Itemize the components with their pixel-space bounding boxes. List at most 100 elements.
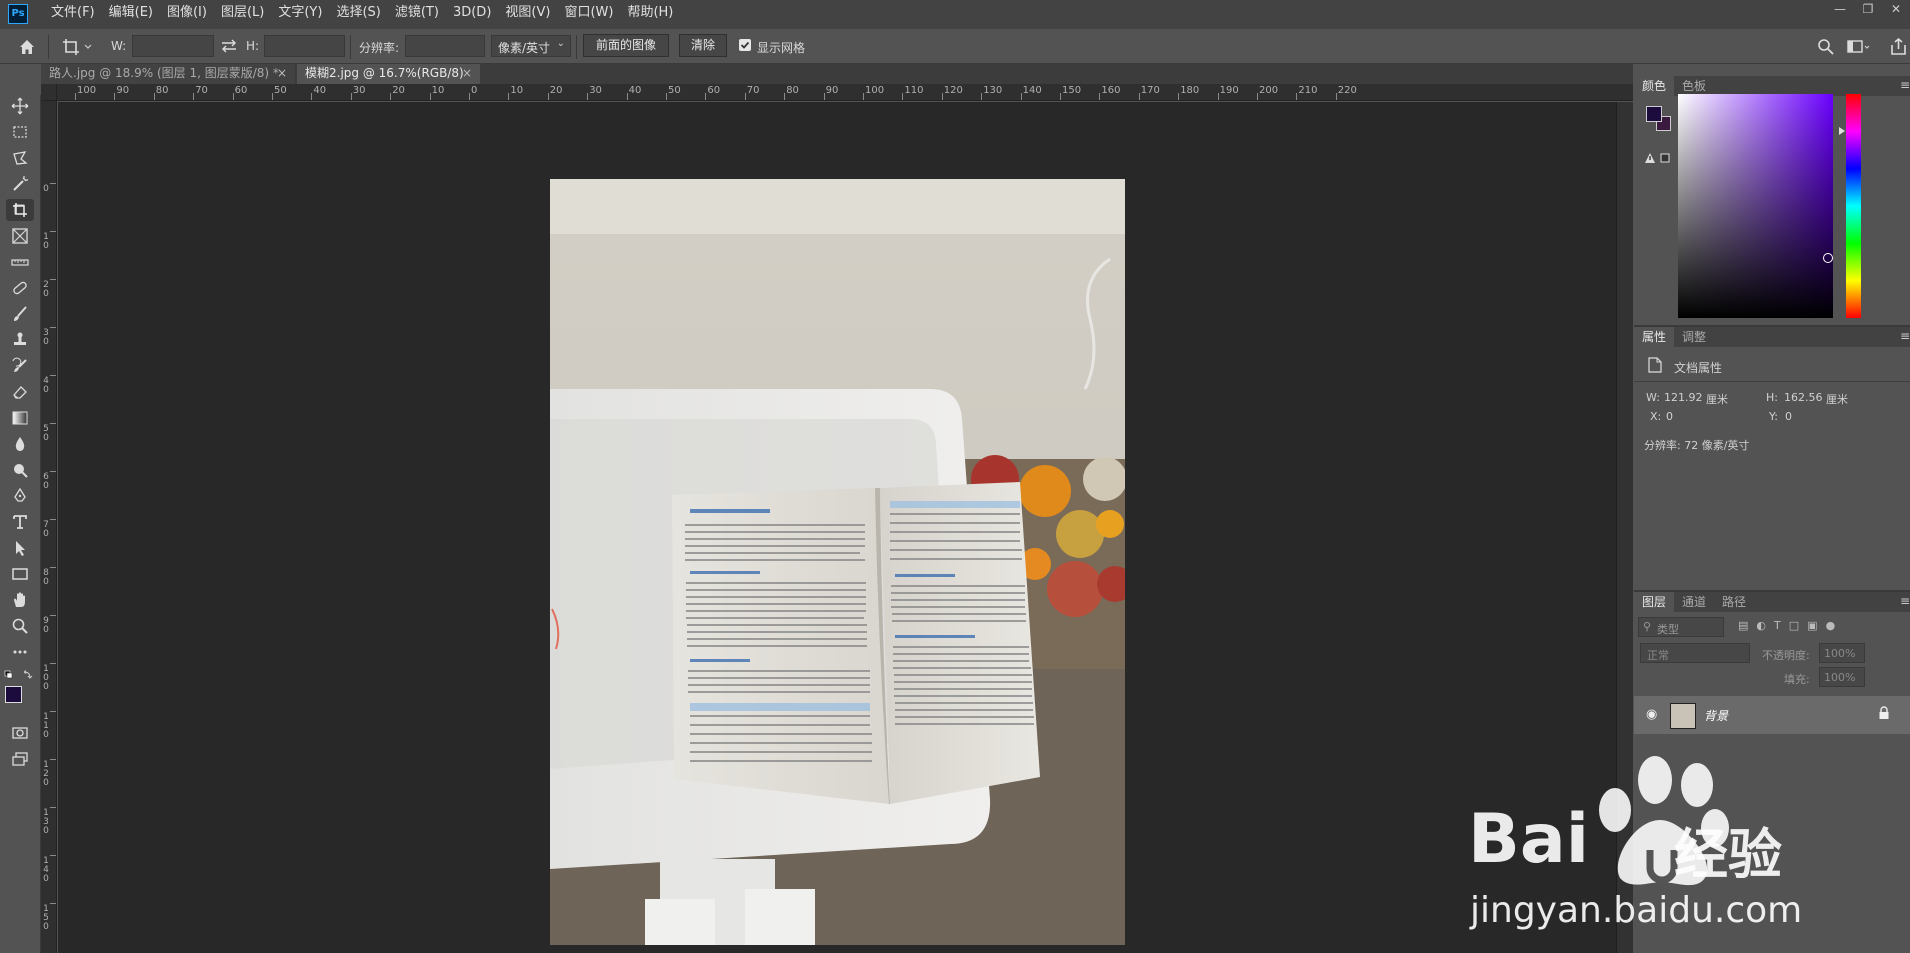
move-tool-icon[interactable] [6, 95, 34, 117]
tab-adjustments[interactable]: 调整 [1674, 327, 1714, 347]
menu-item-2[interactable]: 图像(I) [160, 0, 214, 29]
menu-item-5[interactable]: 选择(S) [329, 0, 387, 29]
layer-row[interactable]: ◉ 背景 [1634, 696, 1910, 734]
menu-item-7[interactable]: 3D(D) [446, 0, 498, 29]
hue-slider[interactable] [1846, 94, 1861, 318]
filter-smart-object-icon[interactable]: ▣ [1807, 619, 1817, 635]
width-value[interactable]: 121.92 [1664, 391, 1703, 404]
filter-pixel-icon[interactable]: ▤ [1738, 619, 1748, 635]
tab-swatches[interactable]: 色板 [1674, 76, 1714, 96]
opacity-input[interactable]: 100% [1819, 643, 1865, 663]
front-image-button[interactable]: 前面的图像 [583, 34, 669, 57]
hue-slider-handle-icon[interactable] [1839, 127, 1845, 135]
default-colors-icon[interactable] [4, 669, 34, 679]
menu-item-4[interactable]: 文字(Y) [271, 0, 329, 29]
close-tab-icon[interactable]: × [277, 64, 287, 83]
close-icon[interactable]: ✕ [1882, 0, 1910, 20]
hand-tool-icon[interactable] [6, 589, 34, 611]
zoom-tool-icon[interactable] [6, 615, 34, 637]
tab-layers[interactable]: 图层 [1634, 592, 1675, 612]
panel-menu-icon[interactable]: ≡ [1900, 329, 1910, 343]
layer-thumbnail [1670, 703, 1696, 729]
lock-icon[interactable] [1878, 706, 1890, 723]
color-picker-ring[interactable] [1823, 253, 1833, 263]
share-icon[interactable] [1888, 36, 1910, 58]
stamp-tool-icon[interactable] [6, 329, 34, 351]
menu-item-6[interactable]: 滤镜(T) [388, 0, 446, 29]
clear-button[interactable]: 清除 [679, 34, 727, 57]
ruler-label: 60 [43, 472, 49, 491]
home-icon[interactable] [16, 36, 38, 58]
menu-item-3[interactable]: 图层(L) [214, 0, 271, 29]
menu-item-9[interactable]: 窗口(W) [557, 0, 620, 29]
y-value[interactable]: 0 [1785, 410, 1792, 423]
visibility-eye-icon[interactable]: ◉ [1646, 707, 1657, 722]
doc-tab-1[interactable]: 路人.jpg @ 18.9% (图层 1, 图层蒙版/8) * × [41, 64, 295, 84]
frame-tool-icon[interactable] [6, 225, 34, 247]
layer-filter-select[interactable]: ⚲ 类型 [1638, 617, 1724, 637]
perspective-crop-tool-icon[interactable] [6, 199, 34, 221]
minimize-icon[interactable]: — [1826, 0, 1854, 20]
menu-item-10[interactable]: 帮助(H) [620, 0, 680, 29]
panel-menu-icon[interactable]: ≡ [1900, 78, 1910, 92]
gradient-tool-icon[interactable] [6, 407, 34, 429]
magic-wand-tool-icon[interactable] [6, 173, 34, 195]
menu-item-1[interactable]: 编辑(E) [102, 0, 160, 29]
path-selection-tool-icon[interactable] [6, 537, 34, 559]
tab-properties[interactable]: 属性 [1634, 327, 1675, 347]
document-image[interactable] [550, 179, 1125, 945]
rectangle-tool-icon[interactable] [6, 563, 34, 585]
type-tool-icon[interactable] [6, 511, 34, 533]
quick-mask-icon[interactable] [6, 722, 34, 744]
ruler-tick [508, 93, 510, 100]
marquee-tool-icon[interactable] [6, 121, 34, 143]
width-input[interactable] [132, 35, 214, 57]
ruler-tool-icon[interactable] [6, 251, 34, 273]
crop-preset-icon[interactable] [60, 36, 94, 58]
unit-select[interactable]: 像素/英寸 ⌄ [491, 35, 571, 57]
filter-shape-icon[interactable]: □ [1789, 619, 1799, 635]
healing-brush-tool-icon[interactable] [6, 277, 34, 299]
swap-icon[interactable] [220, 37, 238, 55]
show-grid-checkbox[interactable] [739, 39, 751, 51]
tab-color[interactable]: 颜色 [1634, 76, 1675, 96]
tab-paths[interactable]: 路径 [1714, 592, 1754, 612]
blur-tool-icon[interactable] [6, 433, 34, 455]
blend-mode-select[interactable]: 正常 [1640, 643, 1750, 663]
color-field[interactable] [1678, 94, 1833, 318]
height-value[interactable]: 162.56 [1784, 391, 1823, 404]
screen-mode-icon[interactable] [6, 748, 34, 770]
height-input[interactable] [264, 35, 345, 57]
horizontal-ruler[interactable]: 100 90 80 70 60 50 40 30 20 10 0 10 20 30 40 50 60 70 80 90… [57, 84, 1633, 101]
dodge-tool-icon[interactable] [6, 459, 34, 481]
out-of-gamut-warning-icon[interactable] [1644, 152, 1670, 164]
close-tab-icon[interactable]: × [462, 64, 472, 83]
menu-item-0[interactable]: 文件(F) [44, 0, 102, 29]
history-brush-tool-icon[interactable] [6, 355, 34, 377]
doc-tab-2[interactable]: 模糊2.jpg @ 16.7%(RGB/8) × [297, 64, 480, 84]
pen-tool-icon[interactable] [6, 485, 34, 507]
workspace-icon[interactable] [1846, 37, 1872, 57]
eraser-tool-icon[interactable] [6, 381, 34, 403]
lasso-tool-icon[interactable] [6, 147, 34, 169]
tab-channels[interactable]: 通道 [1674, 592, 1714, 612]
filter-adjustment-icon[interactable]: ◐ [1756, 619, 1766, 635]
panel-menu-icon[interactable]: ≡ [1900, 594, 1910, 608]
x-value[interactable]: 0 [1666, 410, 1673, 423]
ruler-label: 0 [471, 85, 478, 96]
menu-item-8[interactable]: 视图(V) [498, 0, 557, 29]
photoshop-logo-icon[interactable]: Ps [8, 4, 28, 24]
chevron-down-icon: ⌄ [556, 38, 565, 49]
foreground-color-swatch[interactable] [5, 686, 22, 703]
filter-type-icon[interactable]: T [1774, 619, 1781, 635]
vertical-ruler[interactable]: 0 10 20 30 40 50 60 70 80 90 100 110 120 130 140 150 [41, 101, 57, 953]
ruler-tick [50, 711, 56, 712]
resolution-input[interactable] [405, 35, 485, 57]
restore-icon[interactable]: ❐ [1854, 0, 1882, 20]
more-tools-icon[interactable] [6, 641, 34, 663]
fill-input[interactable]: 100% [1819, 667, 1865, 687]
search-icon[interactable] [1816, 37, 1836, 57]
color-panel-foreground-swatch[interactable] [1646, 106, 1662, 122]
brush-tool-icon[interactable] [6, 303, 34, 325]
filter-toggle-icon[interactable]: ● [1826, 619, 1836, 635]
